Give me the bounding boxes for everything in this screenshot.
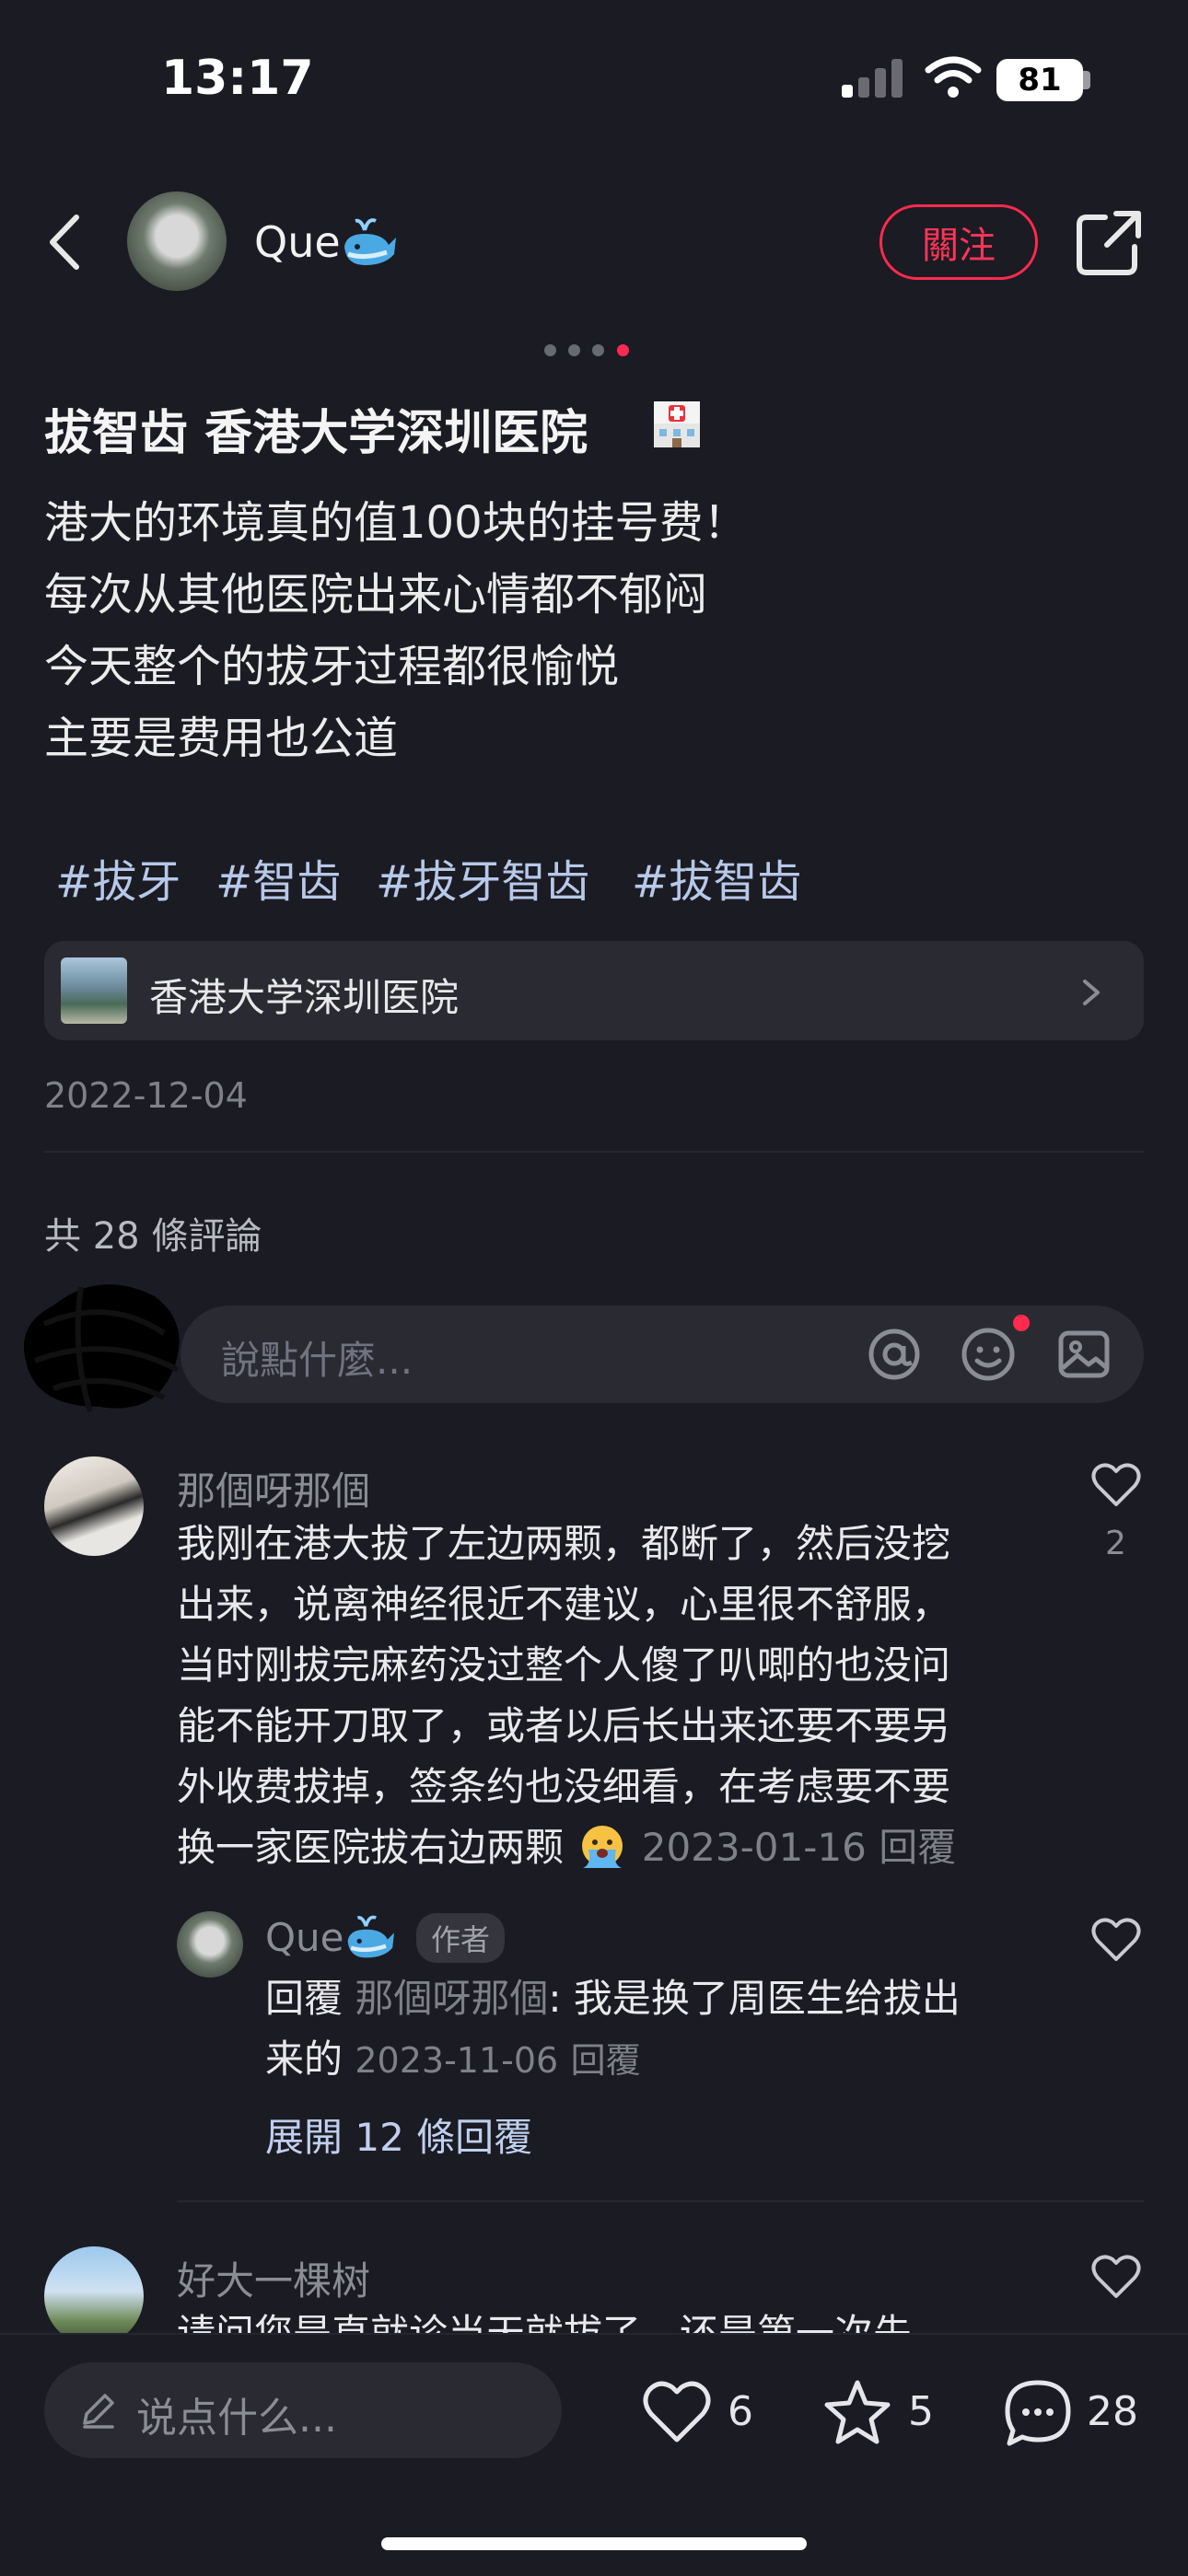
carousel-dot — [544, 344, 556, 356]
image-icon[interactable] — [1055, 1326, 1112, 1383]
follow-button[interactable]: 關注 — [879, 204, 1038, 280]
hashtag[interactable]: #智齿 — [215, 845, 341, 910]
comment-date: 2023-01-16 — [641, 1825, 867, 1870]
comment-text: 我刚在港大拔了左边两颗，都断了，然后没挖 出来，说离神经很近不建议，心里很不舒服… — [177, 1514, 1116, 1878]
author-avatar[interactable] — [127, 191, 227, 291]
post-title: 拔智齿 香港大学深圳医院 — [44, 406, 588, 461]
post-line: 主要是费用也公道 — [44, 713, 399, 764]
chevron-right-icon — [1083, 980, 1100, 1005]
comment-icon[interactable] — [1002, 2377, 1074, 2449]
heart-icon[interactable] — [1090, 1460, 1142, 1508]
crying-emoji-icon — [582, 1826, 623, 1868]
author-name[interactable]: Que — [254, 217, 341, 267]
comment-line: 换一家医院拔右边两颗 2023-01-16 回覆 — [177, 1817, 1116, 1878]
cellular-signal-icon — [842, 59, 903, 98]
divider — [177, 2200, 1144, 2202]
post-line: 每次从其他医院出来心情都不郁闷 — [44, 569, 708, 621]
carousel-dot — [592, 344, 604, 356]
redacted-avatar — [24, 1284, 180, 1412]
bottom-input-placeholder[interactable]: 说点什么... — [136, 2385, 337, 2443]
reply-link[interactable]: 回覆 — [879, 1825, 956, 1870]
author-badge: 作者 — [416, 1913, 506, 1963]
carousel-dot — [568, 344, 580, 356]
hospital-emoji-icon — [654, 401, 700, 447]
location-thumbnail — [61, 957, 127, 1024]
status-time: 13:17 — [161, 51, 314, 106]
battery-indicator: 81 — [996, 59, 1083, 101]
reply-line: 来的 2023-11-06 回覆 — [265, 2029, 1094, 2091]
expand-replies-link[interactable]: 展開 12 條回覆 — [265, 2106, 532, 2163]
comment-count: 共 28 條評論 — [44, 1215, 262, 1258]
reply-author-name[interactable]: Que — [265, 1915, 344, 1960]
reply-avatar[interactable] — [177, 1911, 243, 1978]
star-icon[interactable] — [821, 2377, 893, 2449]
reply-line-text: : 我是换了周医生给拔出 — [548, 1976, 961, 2021]
commenter-avatar[interactable] — [44, 1456, 144, 1556]
whale-emoji-icon — [344, 218, 396, 265]
reply-date: 2023-11-06 — [355, 2040, 559, 2081]
commenter-avatar[interactable] — [44, 2246, 144, 2346]
carousel-dot-active — [617, 344, 629, 356]
divider — [44, 1151, 1144, 1153]
reply-line: 回覆 那個呀那個: 我是换了周医生给拔出 — [265, 1968, 1094, 2029]
hashtag[interactable]: #拔智齿 — [632, 845, 801, 910]
notification-dot — [1013, 1315, 1030, 1331]
comment-line: 能不能开刀取了，或者以后长出来还要不要另 — [177, 1703, 951, 1748]
battery-tip — [1083, 71, 1090, 89]
comment-line: 出来，说离神经很近不建议，心里很不舒服， — [177, 1582, 951, 1627]
commenter-name[interactable]: 那個呀那個 — [177, 1460, 370, 1516]
post-line: 港大的环境真的值100块的挂号费！ — [44, 497, 748, 549]
heart-icon[interactable] — [641, 2377, 713, 2449]
heart-icon[interactable] — [1090, 2252, 1142, 2300]
comment-total-count: 28 — [1087, 2388, 1138, 2435]
location-name[interactable]: 香港大学深圳医院 — [149, 967, 459, 1023]
hashtag[interactable]: #拔牙 — [55, 845, 181, 910]
share-icon[interactable] — [1074, 208, 1144, 278]
comment-input-placeholder[interactable]: 說點什麼... — [221, 1329, 413, 1386]
pencil-icon — [83, 2394, 114, 2429]
home-indicator[interactable] — [381, 2537, 807, 2550]
at-icon[interactable] — [866, 1326, 923, 1383]
favorite-count: 5 — [908, 2388, 934, 2435]
post-line: 今天整个的拔牙过程都很愉悦 — [44, 641, 620, 692]
wifi-icon — [925, 56, 982, 98]
post-date: 2022-12-04 — [44, 1075, 248, 1116]
whale-emoji-icon — [347, 1915, 394, 1958]
heart-icon[interactable] — [1090, 1915, 1142, 1963]
reply-text: 回覆 那個呀那個: 我是换了周医生给拔出 来的 2023-11-06 回覆 — [265, 1968, 1094, 2091]
back-icon[interactable] — [41, 210, 87, 274]
like-count: 6 — [728, 2388, 753, 2435]
reply-prefix: 回覆 — [265, 1976, 344, 2021]
comment-line: 当时刚拔完麻药没过整个人傻了叭唧的也没问 — [177, 1642, 951, 1688]
comment-line: 我刚在港大拔了左边两颗，都断了，然后没挖 — [177, 1521, 951, 1566]
comment-line: 外收费拔掉，签条约也没细看，在考虑要不要 — [177, 1764, 951, 1809]
reply-link[interactable]: 回覆 — [571, 2040, 641, 2081]
hashtag[interactable]: #拔牙智齿 — [376, 845, 589, 910]
emoji-icon[interactable] — [960, 1326, 1017, 1383]
reply-line-text: 来的 — [265, 2036, 344, 2082]
reply-target[interactable]: 那個呀那個 — [355, 1976, 548, 2021]
commenter-name[interactable]: 好大一棵树 — [177, 2250, 370, 2306]
comment-line-text: 换一家医院拔右边两颗 — [177, 1825, 565, 1870]
